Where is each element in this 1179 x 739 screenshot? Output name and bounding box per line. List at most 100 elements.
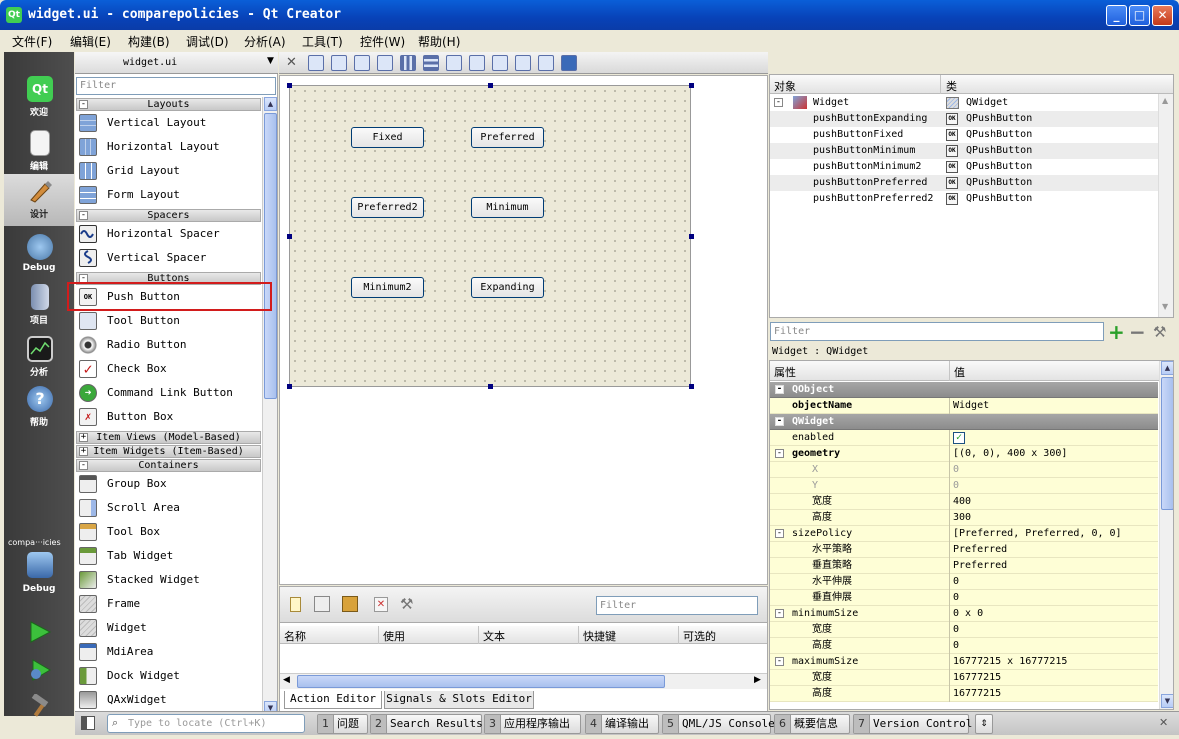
menu-analyze[interactable]: 分析(A) [244,33,286,50]
property-row[interactable]: 水平伸展 0 [770,574,1158,590]
object-row-push-button[interactable]: pushButtonFixed OK QPushButton [770,127,1158,143]
form-button-expanding[interactable]: Expanding [471,277,544,298]
action-filter-input[interactable]: Filter [596,596,758,615]
scroll-thumb[interactable] [264,113,277,399]
property-section-header[interactable]: - QWidget [770,414,1158,430]
configure-wrench-icon[interactable]: ⚒ [400,595,413,613]
collapse-icon[interactable]: - [775,529,784,538]
menu-help[interactable]: 帮助(H) [418,33,460,50]
menu-widgets[interactable]: 控件(W) [360,33,405,50]
widget-item-grid-layout[interactable]: Grid Layout [76,159,261,183]
category-layouts[interactable]: - Layouts [76,98,261,111]
widget-item-dock-widget[interactable]: Dock Widget [76,664,261,688]
edit-widgets-icon[interactable] [308,55,324,71]
close-pane-icon[interactable]: ✕ [1159,716,1168,729]
property-row[interactable]: - maximumSize 16777215 x 16777215 [770,654,1158,670]
copy-icon[interactable] [314,596,330,612]
widget-item-tool-box[interactable]: Tool Box [76,520,261,544]
object-row-push-button[interactable]: pushButtonMinimum2 OK QPushButton [770,159,1158,175]
object-row-widget[interactable]: - Widget QWidget [770,95,1158,111]
category-spacers[interactable]: - Spacers [76,209,261,222]
delete-icon[interactable]: ✕ [374,597,388,612]
widget-box-scrollbar[interactable]: ▲ ▼ [262,97,277,716]
menu-debug[interactable]: 调试(D) [186,33,229,50]
form-button-minimum[interactable]: Minimum [471,197,544,218]
widget-item-form-layout[interactable]: Form Layout [76,183,261,207]
menu-tools[interactable]: 工具(T) [302,33,343,50]
property-row[interactable]: - geometry [(0, 0), 400 x 300] [770,446,1158,462]
property-value[interactable]: 0 [953,638,959,654]
splitter-horizontal-icon[interactable] [446,55,462,71]
column-value[interactable]: 值 [954,364,965,380]
scroll-thumb[interactable] [297,675,665,688]
property-value[interactable]: 16777215 [953,670,1001,686]
build-button[interactable] [28,692,52,721]
scroll-thumb[interactable] [1161,377,1173,510]
widget-item-qaxwidget[interactable]: QAxWidget [76,688,261,712]
mode-projects[interactable]: 项目 [4,280,74,330]
column-object[interactable]: 对象 [774,78,796,94]
property-value[interactable]: Widget [953,398,989,414]
property-row[interactable]: 垂直伸展 0 [770,590,1158,606]
property-value[interactable]: [(0, 0), 400 x 300] [953,446,1067,462]
close-button[interactable]: ✕ [1152,5,1173,26]
widget-item-stacked-widget[interactable]: Stacked Widget [76,568,261,592]
property-filter-input[interactable]: Filter [770,322,1104,341]
widget-item-horizontal-spacer[interactable]: Horizontal Spacer [76,222,261,246]
tab-action-editor[interactable]: Action Editor [284,691,382,709]
category-item-views[interactable]: + Item Views (Model-Based) [76,431,261,444]
scroll-up-icon[interactable]: ▲ [264,97,277,111]
output-pane-qml-console[interactable]: 5 QML/JS Console [662,714,775,734]
tab-signals-slots-editor[interactable]: Signals & Slots Editor [384,691,534,709]
break-layout-icon[interactable] [538,55,554,71]
widget-item-vertical-layout[interactable]: Vertical Layout [76,111,261,135]
lay-out-form-icon[interactable] [492,55,508,71]
column-property[interactable]: 属性 [774,364,796,380]
more-panes-icon[interactable]: ⇕ [975,714,993,734]
scroll-right-icon[interactable]: ▶ [754,675,761,685]
output-pane-search-results[interactable]: 2 Search Results [370,714,483,734]
property-value[interactable]: 300 [953,510,971,526]
collapse-icon[interactable]: - [775,385,784,394]
add-dynamic-property-icon[interactable]: + [1108,320,1125,344]
widget-item-horizontal-layout[interactable]: Horizontal Layout [76,135,261,159]
property-row[interactable]: 高度 300 [770,510,1158,526]
column-text[interactable]: 文本 [483,628,505,644]
widget-item-tab-widget[interactable]: Tab Widget [76,544,261,568]
category-containers[interactable]: - Containers [76,459,261,472]
widget-box-header[interactable]: widget.ui ▼ [75,52,278,74]
widget-item-mdi-area[interactable]: MdiArea [76,640,261,664]
chevron-down-icon[interactable]: ▼ [267,56,274,66]
widget-item-button-box[interactable]: ✗ Button Box [76,405,261,429]
scroll-down-icon[interactable]: ▼ [1161,694,1173,708]
configure-wrench-icon[interactable]: ⚒ [1153,323,1166,341]
scroll-up-icon[interactable]: ▲ [1161,361,1173,375]
resize-handle[interactable] [287,83,292,88]
run-button[interactable] [28,620,52,647]
menu-file[interactable]: 文件(F) [12,33,52,50]
resize-handle[interactable] [488,384,493,389]
widget-item-vertical-spacer[interactable]: Vertical Spacer [76,246,261,270]
widget-item-frame[interactable]: Frame [76,592,261,616]
scroll-left-icon[interactable]: ◀ [283,675,290,685]
mode-welcome[interactable]: Qt 欢迎 [4,72,74,122]
property-value[interactable]: 0 [953,590,959,606]
property-row[interactable]: 水平策略 Preferred [770,542,1158,558]
lay-out-vertically-icon[interactable] [423,55,439,71]
property-editor-scrollbar[interactable]: ▲ ▼ [1159,361,1173,709]
object-row-push-button[interactable]: pushButtonExpanding OK QPushButton [770,111,1158,127]
property-row[interactable]: 垂直策略 Preferred [770,558,1158,574]
collapse-icon[interactable]: - [775,449,784,458]
category-item-widgets[interactable]: + Item Widgets (Item-Based) [76,445,261,458]
output-pane-general-messages[interactable]: 6 概要信息 [774,714,850,734]
output-pane-issues[interactable]: 1 问题 [317,714,368,734]
mode-help[interactable]: ? 帮助 [4,382,74,432]
mode-debug[interactable]: Debug [4,230,74,280]
mode-edit[interactable]: 编辑 [4,126,74,176]
property-value[interactable]: 0 [953,622,959,638]
edit-tab-order-icon[interactable] [377,55,393,71]
property-row[interactable]: 高度 16777215 [770,686,1158,702]
property-value[interactable]: [Preferred, Preferred, 0, 0] [953,526,1122,542]
object-inspector-scrollbar[interactable]: ▲ ▼ [1158,94,1173,317]
collapse-icon[interactable]: - [775,657,784,666]
